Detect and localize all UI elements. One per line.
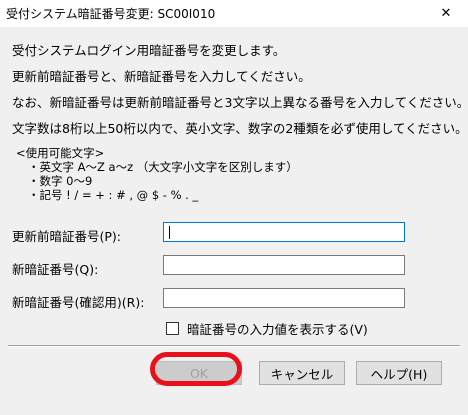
- window-title: 受付システム暗証番号変更: SC00I010: [6, 7, 216, 21]
- new-pin-label: 新暗証番号(Q):: [12, 262, 99, 277]
- help-button[interactable]: ヘルプ(H): [356, 361, 442, 385]
- new-pin-row: 新暗証番号(Q):: [0, 255, 468, 281]
- allowed-digits: ・数字 0〜9: [28, 174, 93, 188]
- close-button[interactable]: ✕: [424, 0, 468, 27]
- close-icon: ✕: [440, 6, 452, 21]
- show-input-label: 暗証番号の入力値を表示する(V): [187, 321, 368, 337]
- confirm-pin-input[interactable]: [163, 288, 405, 308]
- new-pin-input[interactable]: [163, 255, 405, 275]
- highlight-annotation: [150, 352, 242, 386]
- current-pin-label: 更新前暗証番号(P):: [12, 229, 122, 244]
- confirm-pin-label: 新暗証番号(確認用)(R):: [12, 295, 145, 310]
- allowed-characters: <使用可能文字> ・英文字 A〜Z a〜z （大文字小文字を区別します） ・数字…: [16, 146, 298, 202]
- current-pin-row: 更新前暗証番号(P):: [0, 222, 468, 248]
- instruction-line-4: 文字数は8桁以上50桁以内で、英小文字、数字の2種類を必ず使用してください。: [12, 121, 468, 136]
- text-caret: [169, 226, 170, 239]
- allowed-letters: ・英文字 A〜Z a〜z （大文字小文字を区別します）: [28, 160, 298, 174]
- allowed-characters-heading: <使用可能文字>: [16, 146, 105, 160]
- confirm-pin-row: 新暗証番号(確認用)(R):: [0, 288, 468, 314]
- allowed-symbols: ・記号 ! / = + : # , @ $ - % . _: [28, 188, 199, 202]
- current-pin-input[interactable]: [163, 222, 405, 242]
- separator: [8, 345, 460, 347]
- show-input-checkbox[interactable]: [166, 321, 179, 335]
- instruction-line-1: 受付システムログイン用暗証番号を変更します。: [12, 43, 286, 58]
- title-bar: 受付システム暗証番号変更: SC00I010 ✕: [0, 0, 468, 27]
- instruction-line-3: なお、新暗証番号は更新前暗証番号と3文字以上異なる番号を入力してください。: [12, 95, 468, 110]
- cancel-button[interactable]: キャンセル: [259, 361, 345, 385]
- show-input-checkbox-row[interactable]: 暗証番号の入力値を表示する(V): [166, 320, 368, 337]
- instruction-line-2: 更新前暗証番号と、新暗証番号を入力してください。: [12, 69, 311, 84]
